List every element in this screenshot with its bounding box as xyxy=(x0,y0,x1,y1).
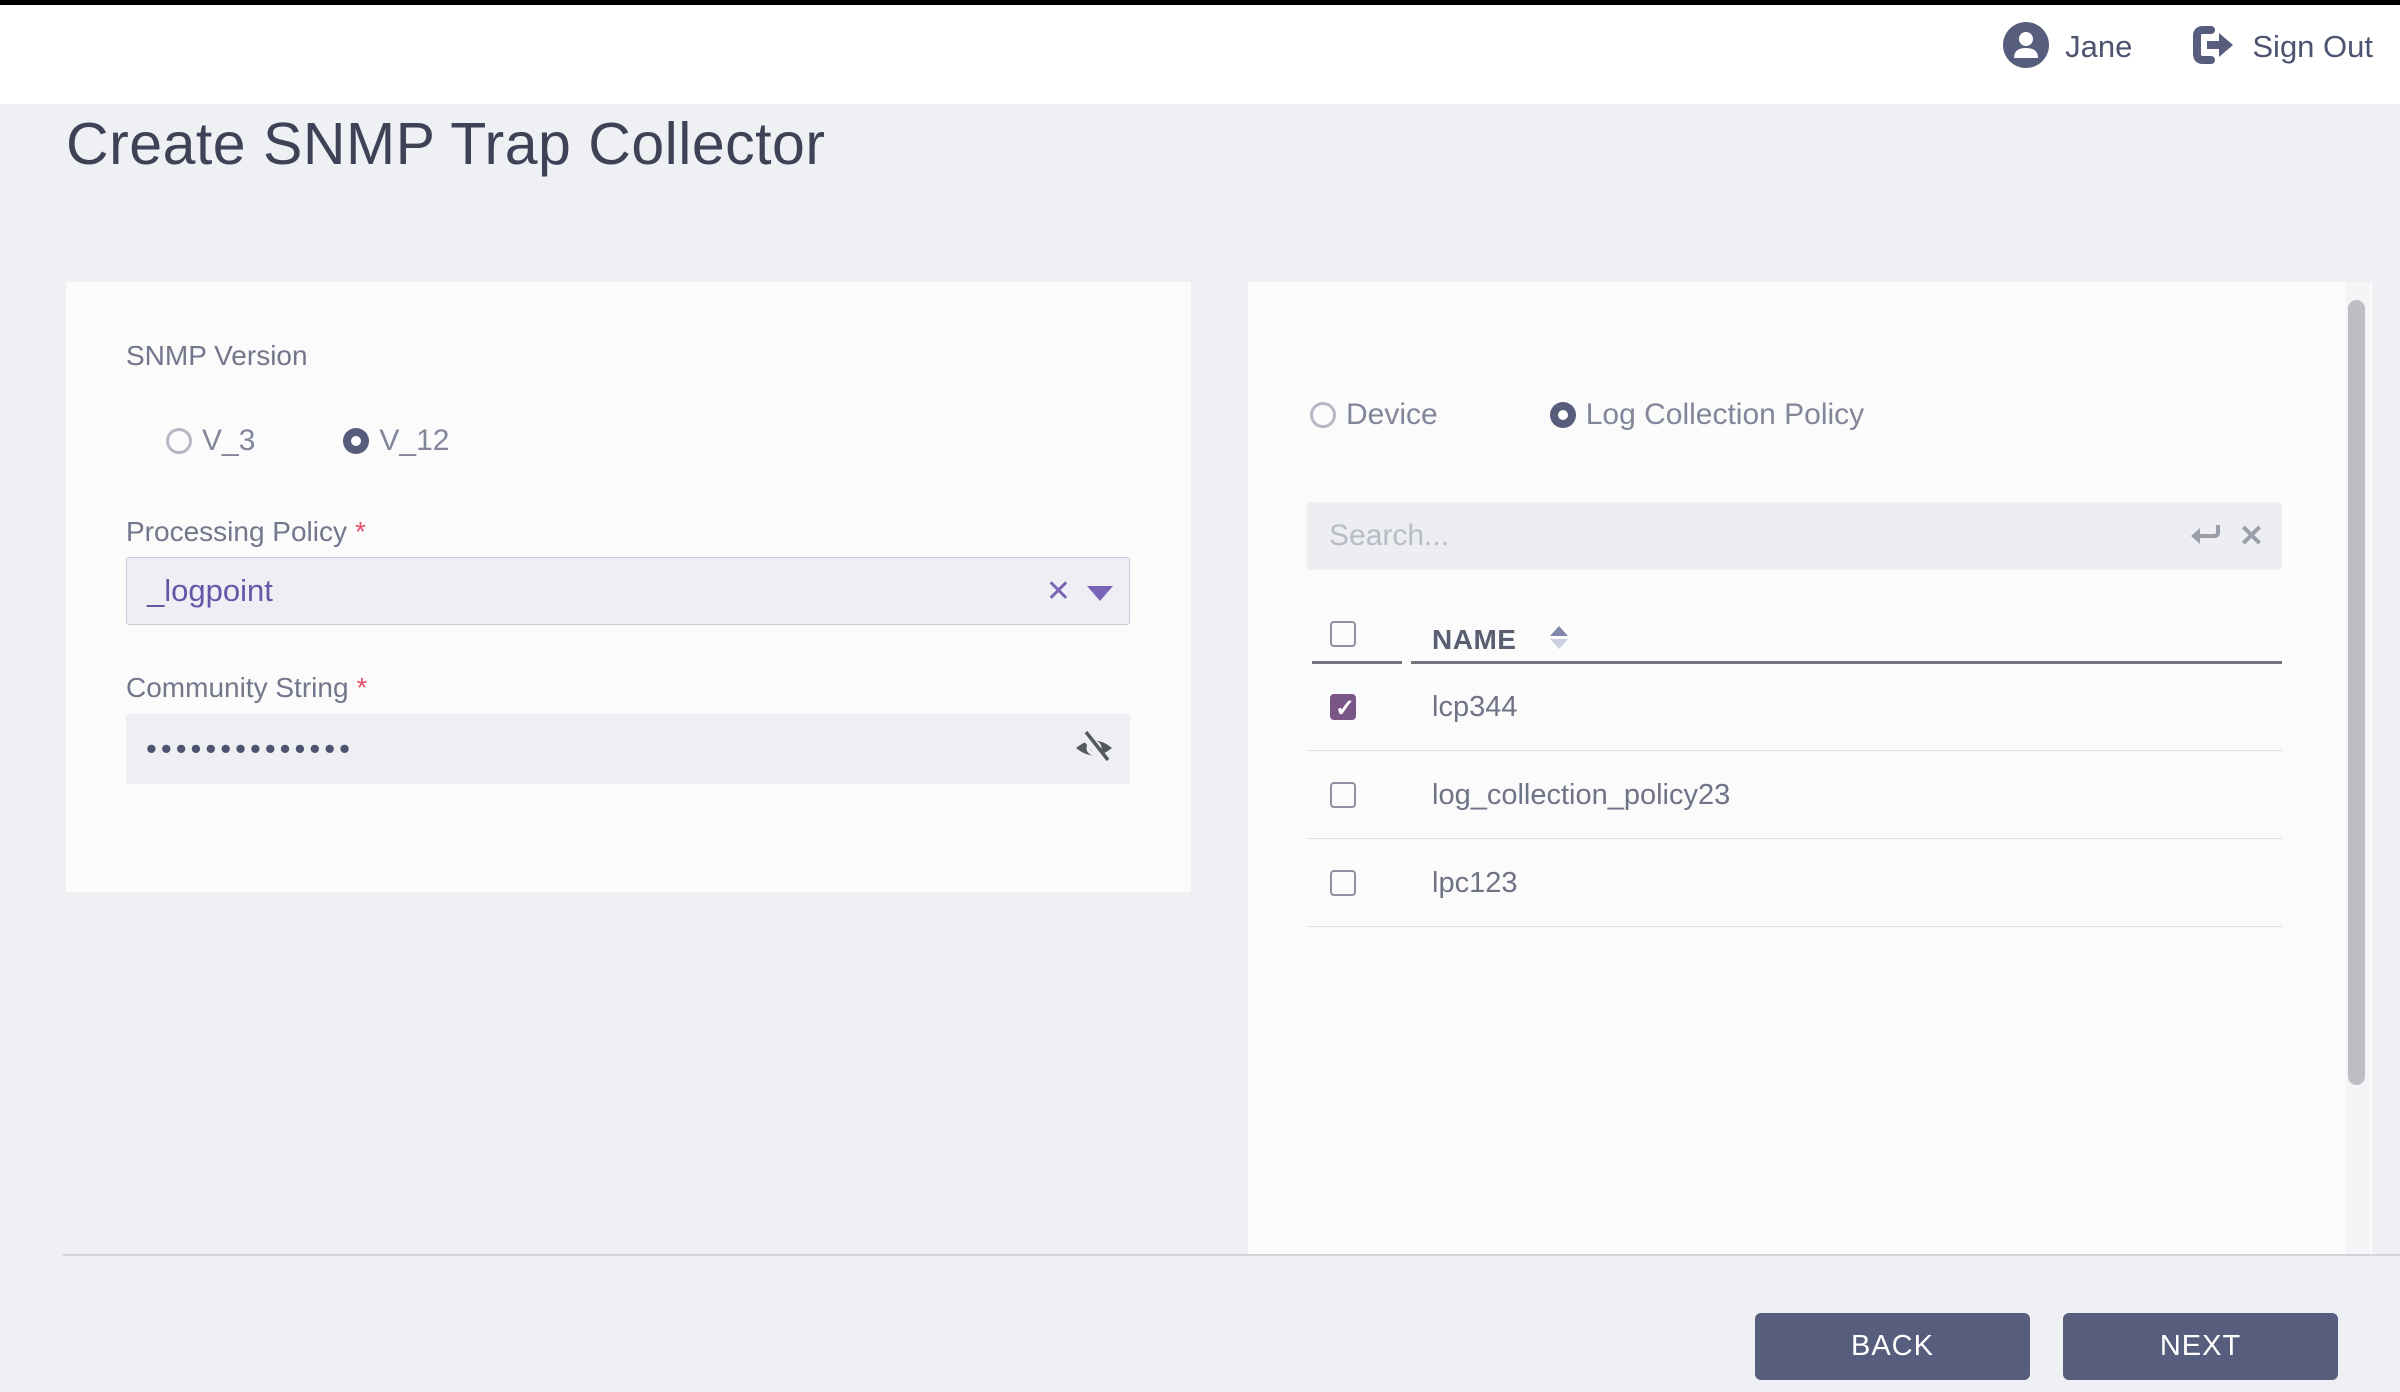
masked-password-value: •••••••••••••• xyxy=(146,714,354,784)
radio-circle-icon xyxy=(166,428,192,454)
table-header-row: NAME xyxy=(1307,600,2282,663)
target-type-radio-group: Device Log Collection Policy xyxy=(1310,398,1864,432)
table-row[interactable]: lpc123 xyxy=(1307,839,2282,927)
processing-policy-select[interactable]: _logpoint ✕ xyxy=(126,557,1130,625)
required-asterisk: * xyxy=(357,672,368,703)
search-action-icons: ✕ xyxy=(2189,502,2264,570)
row-checkbox[interactable] xyxy=(1330,870,1356,896)
policy-table: NAME lcp344 log_collection_policy23 lpc1… xyxy=(1307,600,2282,927)
footer-divider xyxy=(63,1254,2400,1256)
radio-label: Device xyxy=(1346,398,1438,432)
radio-label: V_3 xyxy=(202,424,255,458)
sign-out-button[interactable]: Sign Out xyxy=(2192,25,2373,70)
search-input[interactable]: Search... ✕ xyxy=(1307,502,2282,570)
sort-desc-icon xyxy=(1550,639,1568,649)
radio-option-v3[interactable]: V_3 xyxy=(166,424,255,458)
target-selection-panel: Device Log Collection Policy Search... ✕ xyxy=(1248,282,2372,1254)
app-root: Jane Sign Out Create SNMP Trap Collector… xyxy=(0,0,2400,1392)
radio-label: V_12 xyxy=(379,424,449,458)
radio-circle-icon xyxy=(1310,402,1336,428)
radio-circle-icon xyxy=(343,428,369,454)
header-bar: Jane Sign Out xyxy=(0,5,2400,104)
processing-policy-value: _logpoint xyxy=(147,558,273,624)
header-right-group: Jane Sign Out xyxy=(2003,8,2373,86)
user-menu[interactable]: Jane xyxy=(2003,22,2132,73)
scrollbar-thumb[interactable] xyxy=(2348,300,2365,1085)
sign-out-label: Sign Out xyxy=(2252,29,2373,65)
snmp-version-label: SNMP Version xyxy=(126,340,308,372)
search-placeholder: Search... xyxy=(1329,502,1449,570)
user-avatar-icon xyxy=(2003,22,2049,73)
table-row[interactable]: log_collection_policy23 xyxy=(1307,751,2282,839)
sort-icon[interactable] xyxy=(1550,626,1570,650)
table-row[interactable]: lcp344 xyxy=(1307,663,2282,751)
column-header-name[interactable]: NAME xyxy=(1432,624,1516,656)
chevron-down-icon[interactable] xyxy=(1087,586,1113,601)
radio-option-v12[interactable]: V_12 xyxy=(343,424,449,458)
row-name: log_collection_policy23 xyxy=(1432,751,1730,839)
sign-out-icon xyxy=(2192,25,2236,70)
sort-asc-icon xyxy=(1550,626,1568,636)
user-name: Jane xyxy=(2065,29,2132,65)
snmp-version-radio-group: V_3 V_12 xyxy=(166,424,449,458)
next-button[interactable]: NEXT xyxy=(2063,1313,2338,1380)
community-string-input[interactable]: •••••••••••••• xyxy=(126,714,1130,784)
row-checkbox[interactable] xyxy=(1330,694,1356,720)
radio-label: Log Collection Policy xyxy=(1586,398,1864,432)
row-name: lpc123 xyxy=(1432,839,1517,927)
clear-search-icon[interactable]: ✕ xyxy=(2239,519,2264,554)
row-name: lcp344 xyxy=(1432,663,1517,751)
required-asterisk: * xyxy=(355,516,366,547)
row-checkbox[interactable] xyxy=(1330,782,1356,808)
radio-option-device[interactable]: Device xyxy=(1310,398,1438,432)
eye-off-icon[interactable] xyxy=(1074,731,1114,770)
processing-policy-label: Processing Policy* xyxy=(126,516,366,548)
enter-search-icon[interactable] xyxy=(2189,519,2223,554)
radio-option-log-collection-policy[interactable]: Log Collection Policy xyxy=(1550,398,1864,432)
scrollbar-track[interactable] xyxy=(2346,282,2370,1254)
back-button[interactable]: BACK xyxy=(1755,1313,2030,1380)
select-all-checkbox[interactable] xyxy=(1330,621,1356,647)
radio-circle-icon xyxy=(1550,402,1576,428)
snmp-settings-panel: SNMP Version V_3 V_12 Processing Policy*… xyxy=(66,282,1191,892)
clear-selection-icon[interactable]: ✕ xyxy=(1046,558,1071,624)
page-title: Create SNMP Trap Collector xyxy=(66,110,826,178)
community-string-label: Community String* xyxy=(126,672,367,704)
